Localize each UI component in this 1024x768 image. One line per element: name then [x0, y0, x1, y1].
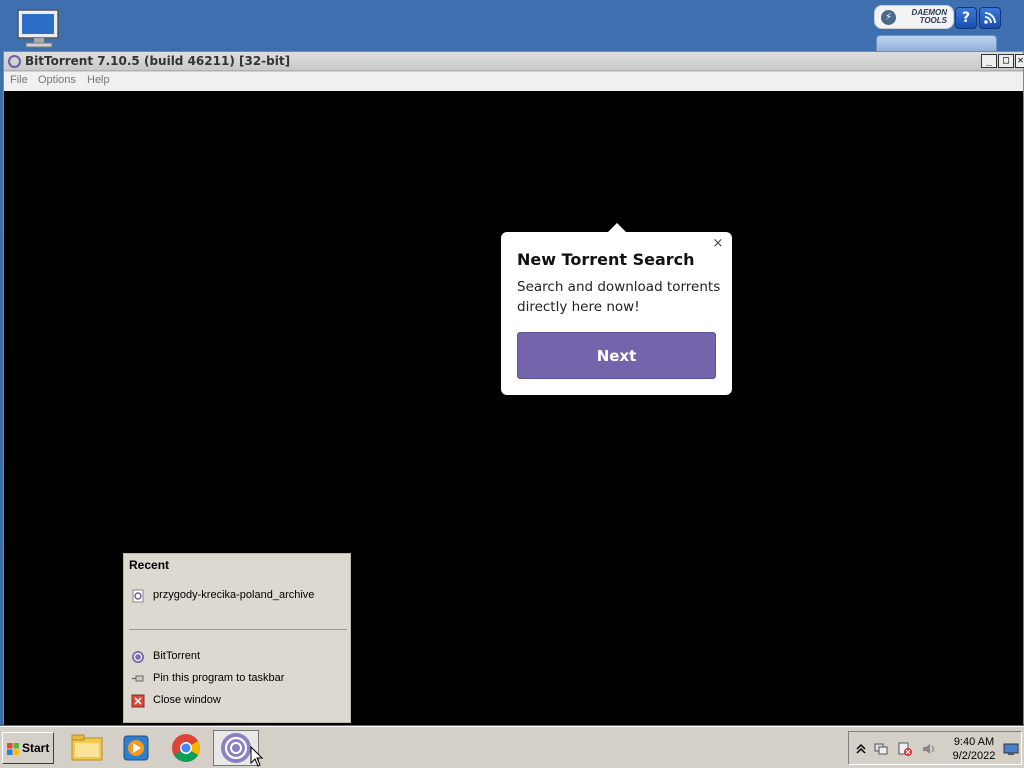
clock[interactable]: 9:40 AM 9/2/2022 — [949, 735, 999, 763]
lightning-icon: ⚡ — [881, 10, 896, 25]
maximize-button[interactable]: □ — [998, 54, 1014, 68]
action-center-icon[interactable] — [897, 741, 913, 757]
help-button[interactable]: ? — [955, 7, 977, 29]
show-desktop-icon[interactable] — [1003, 741, 1019, 757]
torrent-file-icon — [132, 589, 144, 603]
close-icon — [131, 694, 145, 708]
title-bar[interactable]: BitTorrent 7.10.5 (build 46211) [32-bit]… — [4, 52, 1024, 71]
menu-file[interactable]: File — [10, 74, 28, 86]
rss-button[interactable] — [979, 7, 1001, 29]
menu-options[interactable]: Options — [38, 74, 76, 86]
recent-item-label: przygody-krecika-poland_archive — [153, 589, 315, 601]
daemon-tools-bar[interactable] — [876, 35, 997, 51]
chevron-up-icon[interactable] — [853, 741, 869, 757]
start-label: Start — [22, 741, 50, 755]
window-title: BitTorrent 7.10.5 (build 46211) [32-bit] — [25, 54, 291, 68]
tooltip-body: Search and download torrents directly he… — [517, 279, 721, 315]
desktop: ⚡ DAEMON TOOLS ? BitTorrent 7.10.5 (buil… — [0, 0, 1024, 768]
taskbar-chrome[interactable] — [163, 730, 209, 766]
daemon-tools-gadget: ⚡ DAEMON TOOLS ? — [872, 5, 1004, 51]
network-icon[interactable] — [873, 741, 889, 757]
jump-list-divider — [129, 629, 347, 630]
taskbar-media-player[interactable] — [113, 730, 159, 766]
jump-list: Recent przygody-krecika-poland_archive B… — [123, 553, 351, 723]
media-player-icon — [123, 735, 149, 761]
mouse-cursor-icon — [250, 746, 264, 767]
daemon-logo-line2: TOOLS — [919, 16, 947, 25]
system-tray: 9:40 AM 9/2/2022 — [848, 731, 1022, 765]
jump-task-label: Pin this program to taskbar — [153, 672, 285, 684]
daemon-tools-logo[interactable]: ⚡ DAEMON TOOLS — [874, 5, 954, 29]
minimize-button[interactable]: _ — [981, 54, 997, 68]
next-button[interactable]: Next — [517, 332, 716, 379]
menu-help[interactable]: Help — [87, 74, 110, 86]
new-torrent-search-tooltip: × New Torrent Search Search and download… — [501, 223, 732, 395]
folder-icon — [71, 734, 103, 761]
rss-icon — [984, 12, 996, 24]
start-button[interactable]: Start — [2, 732, 54, 764]
jump-task-label: BitTorrent — [153, 650, 201, 662]
taskbar: Start 9:40 AM 9/2/2022 — [0, 726, 1024, 768]
clock-time: 9:40 AM — [953, 736, 995, 748]
windows-flag-icon — [7, 743, 19, 755]
bittorrent-icon — [132, 651, 144, 663]
close-window-button[interactable]: ✕ — [1015, 54, 1024, 68]
tooltip-arrow — [607, 223, 627, 233]
chrome-icon — [172, 734, 200, 762]
jump-list-heading: Recent — [129, 558, 170, 572]
computer-icon[interactable] — [14, 8, 64, 48]
volume-icon[interactable] — [921, 741, 937, 757]
taskbar-explorer[interactable] — [64, 730, 110, 766]
jump-task-label: Close window — [153, 694, 221, 706]
tooltip-title: New Torrent Search — [517, 250, 695, 269]
pin-icon — [132, 675, 144, 682]
tooltip-close-button[interactable]: × — [711, 237, 725, 251]
menu-bar: File Options Help — [4, 72, 1023, 91]
bittorrent-icon — [8, 55, 21, 68]
clock-date: 9/2/2022 — [952, 750, 996, 762]
